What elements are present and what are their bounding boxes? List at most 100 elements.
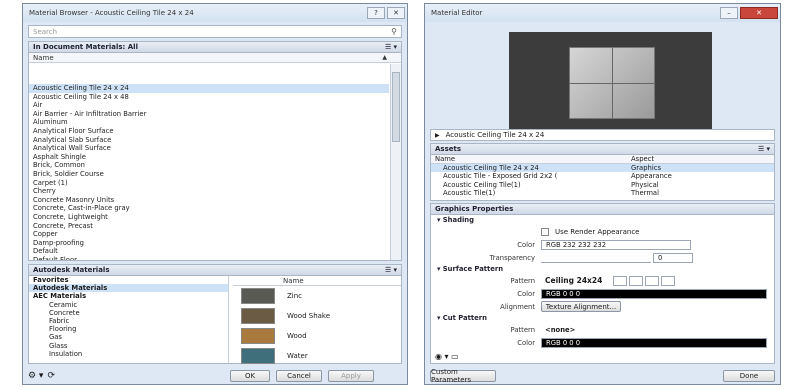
asset-row[interactable]: Acoustic Ceiling Tile(1) Physical — [431, 181, 774, 190]
library-tree-label: AEC Materials — [33, 292, 87, 301]
material-list-item[interactable]: Carpet (1) — [29, 179, 389, 188]
refresh-icon[interactable]: ⟳ — [47, 371, 55, 381]
library-tree-label: Fabric — [49, 316, 70, 325]
library-tree-item[interactable]: Glass — [29, 342, 228, 350]
cut-color-field[interactable]: RGB 0 0 0 — [541, 337, 767, 348]
surface-pattern-group[interactable]: ▾ Surface Pattern — [431, 264, 774, 274]
browser-title: Material Browser - Acoustic Ceiling Tile… — [29, 9, 194, 17]
transparency-row: Transparency 0 — [431, 251, 774, 264]
search-input[interactable]: Search ⚲ — [28, 25, 402, 38]
asset-row[interactable]: Acoustic Tile(1) Thermal — [431, 189, 774, 198]
library-tree-item[interactable]: Insulation — [29, 350, 228, 358]
material-list-item[interactable]: Air Barrier - Air Infiltration Barrier — [29, 110, 389, 119]
pattern-preview-4[interactable] — [661, 275, 675, 286]
asset-row-aspect: Physical — [631, 180, 659, 189]
material-list-item[interactable]: Brick, Common — [29, 161, 389, 170]
material-list-item[interactable]: Brick, Soldier Course — [29, 170, 389, 179]
transparency-value[interactable]: 0 — [653, 252, 693, 263]
surface-color-field[interactable]: RGB 0 0 0 — [541, 288, 767, 299]
material-list-item[interactable]: Concrete Masonry Units — [29, 196, 389, 205]
material-list-item[interactable]: Analytical Wall Surface — [29, 144, 389, 153]
play-icon[interactable]: ▶ — [435, 132, 440, 139]
close-button[interactable]: ✕ — [740, 7, 778, 19]
library-tree-item[interactable]: Ceramic — [29, 301, 228, 309]
material-list-item[interactable]: Default — [29, 247, 389, 256]
library-tree: Favorites Autodesk Materials AEC Materials… — [29, 276, 229, 363]
name-column-header[interactable]: Name ▲ — [29, 53, 401, 63]
scrollbar-thumb[interactable] — [392, 72, 400, 142]
shading-color-field[interactable]: RGB 232 232 232 — [541, 239, 691, 250]
minimize-button[interactable]: – — [720, 7, 738, 19]
assets-aspect-column[interactable]: Aspect — [631, 155, 654, 163]
appearance-library-icon[interactable]: ◉ ▾ ▭ — [435, 352, 459, 361]
asset-row-aspect: Appearance — [631, 172, 672, 180]
manage-library-icon[interactable]: ⚙ ▾ — [28, 371, 43, 381]
cut-pattern-group[interactable]: ▾ Cut Pattern — [431, 313, 774, 323]
graphics-properties-header[interactable]: Graphics Properties — [431, 204, 774, 215]
library-tree-item[interactable]: Autodesk Materials — [29, 284, 228, 293]
swatch-item[interactable]: Wood Shake — [233, 306, 401, 326]
material-list-item[interactable]: Concrete, Precast — [29, 222, 389, 231]
asset-name-row[interactable]: ▶ Acoustic Ceiling Tile 24 x 24 — [430, 129, 775, 141]
material-list-item[interactable]: Concrete, Lightweight — [29, 213, 389, 222]
swatch-label: Wood — [287, 332, 307, 340]
material-list-item[interactable]: Acoustic Ceiling Tile 24 x 24 — [29, 84, 389, 93]
close-icon[interactable]: ✕ — [387, 7, 405, 19]
library-tree-item[interactable]: Gas — [29, 333, 228, 341]
editor-titlebar: Material Editor – ✕ — [425, 4, 780, 22]
document-materials-header[interactable]: In Document Materials: All ☰ ▾ — [29, 42, 401, 53]
material-list-item[interactable]: Aluminum — [29, 118, 389, 127]
transparency-slider[interactable] — [541, 252, 651, 263]
library-tree-label: Concrete — [49, 308, 80, 317]
texture-alignment-button[interactable]: Texture Alignment... — [541, 301, 621, 312]
material-list-item[interactable]: Copper — [29, 230, 389, 239]
asset-row[interactable]: Acoustic Tile - Exposed Grid 2x2 (Appear… — [431, 172, 774, 181]
library-tree-item[interactable]: Favorites — [29, 276, 228, 284]
library-tree-item[interactable]: Flooring — [29, 325, 228, 333]
swatch-item[interactable]: Water — [233, 346, 401, 366]
done-button[interactable]: Done — [723, 369, 775, 382]
material-list-item[interactable]: Asphalt Shingle — [29, 153, 389, 162]
help-button[interactable]: ? — [367, 7, 385, 19]
ok-button[interactable]: OK — [230, 369, 270, 382]
pattern-preview-3[interactable] — [645, 275, 659, 286]
swatch-thumbnail — [241, 288, 275, 304]
library-tree-item[interactable]: Concrete — [29, 309, 228, 317]
custom-parameters-button[interactable]: Custom Parameters — [430, 368, 496, 384]
library-header[interactable]: Autodesk Materials ☰ ▾ — [29, 265, 401, 276]
material-list-item[interactable]: Damp-proofing — [29, 239, 389, 248]
library-tree-item[interactable]: Fabric — [29, 317, 228, 325]
assets-header[interactable]: Assets ☰ ▾ — [431, 144, 774, 155]
material-editor-window: Material Editor – ✕ ▶ Acoustic Ceiling T… — [424, 3, 781, 385]
material-list-item[interactable]: Default Floor — [29, 256, 389, 260]
cut-color-label: Color — [517, 338, 535, 347]
surface-color-label: Color — [517, 289, 535, 298]
material-list-item[interactable]: Acoustic Ceiling Tile 24 x 48 — [29, 93, 389, 102]
asset-row[interactable]: Acoustic Ceiling Tile 24 x 24 Graphics — [431, 163, 774, 172]
pattern-preview-2[interactable] — [629, 275, 643, 286]
pattern-preview-1[interactable] — [613, 275, 627, 286]
swatch-item[interactable]: Zinc — [233, 286, 401, 306]
surface-pattern-field[interactable]: Ceiling 24x24 — [541, 275, 611, 286]
swatch-item[interactable]: Wood — [233, 326, 401, 346]
assets-name-column[interactable]: Name — [431, 155, 631, 163]
editor-title: Material Editor — [431, 9, 483, 17]
swatch-name-header[interactable]: Name — [233, 276, 401, 286]
material-list-item[interactable]: Concrete, Cast-in-Place gray — [29, 204, 389, 213]
library-tree-item[interactable]: AEC Materials — [29, 292, 228, 300]
apply-button[interactable]: Apply — [328, 369, 374, 382]
shading-group[interactable]: ▾ Shading — [431, 215, 774, 225]
cut-pattern-field[interactable]: <none> — [541, 324, 767, 335]
use-render-checkbox[interactable] — [541, 227, 549, 236]
assets-options-icon[interactable]: ☰ ▾ — [758, 145, 770, 153]
material-list-item[interactable]: Analytical Floor Surface — [29, 127, 389, 136]
material-list-item[interactable]: Cherry — [29, 187, 389, 196]
library-view-options-icon[interactable]: ☰ ▾ — [385, 266, 397, 274]
view-options-icon[interactable]: ☰ ▾ — [385, 43, 397, 51]
material-list-item[interactable]: Air — [29, 101, 389, 110]
material-list-item[interactable]: Analytical Slab Surface — [29, 136, 389, 145]
material-list-scrollbar[interactable] — [390, 64, 401, 260]
cancel-button[interactable]: Cancel — [276, 369, 322, 382]
search-icon: ⚲ — [391, 27, 397, 36]
material-browser-window: Material Browser - Acoustic Ceiling Tile… — [22, 3, 408, 385]
